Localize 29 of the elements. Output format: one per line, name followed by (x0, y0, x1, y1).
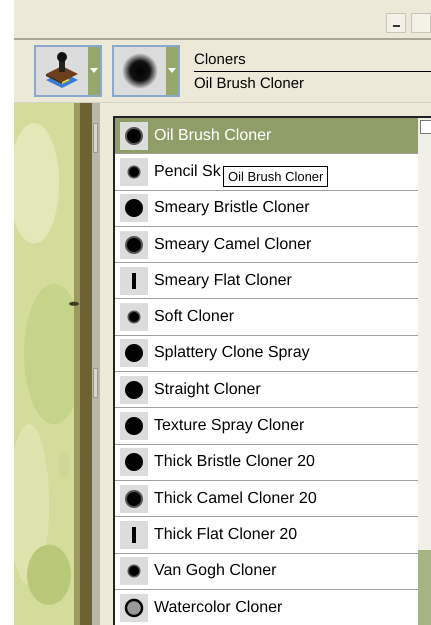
variant-name: Oil Brush Cloner (194, 74, 306, 92)
caret-icon (90, 68, 98, 74)
brush-tip-icon (120, 557, 148, 586)
edit-button[interactable] (420, 120, 431, 134)
brush-tip-icon (120, 520, 148, 549)
brush-tip-icon (120, 412, 148, 440)
brush-tip-icon (120, 158, 148, 186)
variant-picker[interactable] (112, 45, 180, 97)
brush-dab-icon (120, 51, 160, 91)
brush-tip-icon (120, 484, 148, 513)
brush-tip-icon (120, 230, 148, 259)
tooltip: Oil Brush Cloner (223, 166, 328, 187)
variant-item[interactable]: Thick Bristle Cloner 20 (115, 444, 418, 481)
brush-tip-icon (120, 194, 148, 222)
variant-item[interactable]: Van Gogh Cloner (115, 554, 418, 590)
caret-icon (168, 68, 176, 74)
brush-tip-icon (120, 594, 148, 622)
scroll-bar[interactable] (92, 103, 100, 625)
category-name: Cloners (194, 50, 431, 72)
brush-tip-icon (120, 266, 148, 295)
minimize-button[interactable] (386, 13, 406, 33)
brush-tip-icon (120, 339, 148, 368)
scroll-bar[interactable] (418, 550, 431, 625)
brush-tip-icon (120, 122, 148, 150)
brush-tip-icon (120, 448, 148, 476)
brush-tip-icon (120, 376, 148, 404)
category-picker[interactable] (34, 45, 102, 97)
variant-item[interactable]: Smeary Bristle Cloner (115, 190, 418, 227)
brush-tip-icon (120, 303, 148, 332)
